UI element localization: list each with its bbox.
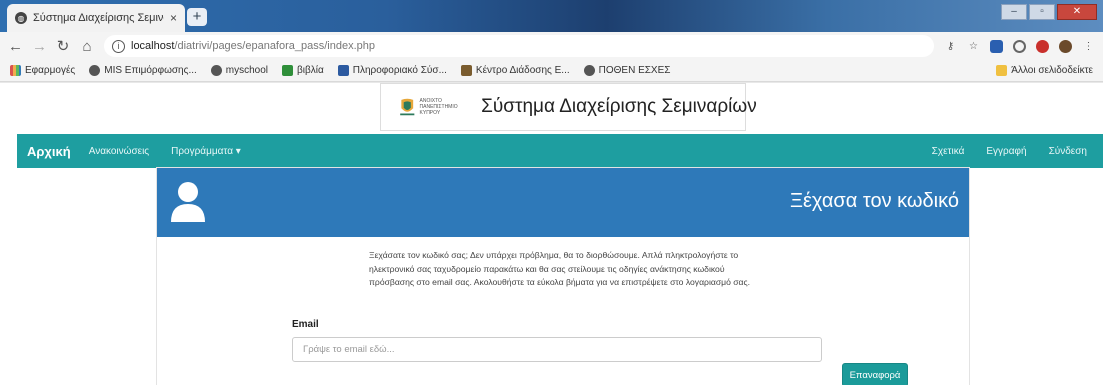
site-header: ΑΝΟΙΧΤΟ ΠΑΝΕΠΙΣΤΗΜΙΟ ΚΥΠΡΟΥ Σύστημα Διαχ… xyxy=(380,83,757,131)
extension-icon[interactable] xyxy=(990,39,1003,53)
adblock-icon[interactable] xyxy=(1036,39,1049,53)
bookmark-info-system[interactable]: Πληροφοριακό Σύσ... xyxy=(337,65,447,76)
browser-tabstrip: ◍ Σύστημα Διαχείρισης Σεμιναρί... × + – … xyxy=(0,0,1103,32)
profile-icon[interactable] xyxy=(1059,39,1072,53)
bookmark-pothen[interactable]: ΠΟΘΕΝ ΕΣΧΕΣ xyxy=(583,65,671,76)
nav-about[interactable]: Σχετικά xyxy=(932,146,965,157)
minimize-icon[interactable]: – xyxy=(1001,4,1027,20)
home-icon[interactable]: ⌂ xyxy=(80,38,94,55)
back-icon[interactable]: ← xyxy=(8,38,23,55)
site-logo-icon xyxy=(460,65,472,76)
nav-register[interactable]: Εγγραφή xyxy=(986,146,1026,157)
info-icon[interactable]: i xyxy=(112,39,125,53)
tab-title: Σύστημα Διαχείρισης Σεμιναρί... xyxy=(33,12,164,24)
bookmark-label: MIS Επιμόρφωσης... xyxy=(104,65,197,76)
bookmark-apps[interactable]: Εφαρμογές xyxy=(10,65,75,76)
university-logo[interactable]: ΑΝΟΙΧΤΟ ΠΑΝΕΠΙΣΤΗΜΙΟ ΚΥΠΡΟΥ xyxy=(399,89,469,125)
logo-text: ΑΝΟΙΧΤΟ ΠΑΝΕΠΙΣΤΗΜΙΟ ΚΥΠΡΟΥ xyxy=(419,98,458,116)
apps-grid-icon xyxy=(10,65,21,76)
help-text: Ξεχάσατε τον κωδικό σας; Δεν υπάρχει πρό… xyxy=(369,250,751,287)
url-host: localhost xyxy=(131,40,175,52)
bookmark-label: βιβλία xyxy=(297,65,324,76)
toolbar-actions: ⚷ ☆ ⋮ xyxy=(944,39,1095,53)
folder-icon xyxy=(996,65,1008,76)
logo-mark-icon xyxy=(400,98,415,116)
forgot-password-panel: Ξέχασα τον κωδικό Ξεχάσατε τον κωδικό σα… xyxy=(157,168,969,385)
bookmark-kentro[interactable]: Κέντρο Διάδοσης Ε... xyxy=(460,65,570,76)
bookmark-label: Πληροφοριακό Σύσ... xyxy=(352,65,447,76)
maximize-icon[interactable]: ▫ xyxy=(1029,4,1055,20)
bookmark-mis[interactable]: MIS Επιμόρφωσης... xyxy=(89,65,197,76)
new-tab-button[interactable]: + xyxy=(187,8,207,26)
user-icon xyxy=(171,182,205,222)
globe-icon: ◍ xyxy=(15,12,27,24)
reset-button[interactable]: Επαναφορά xyxy=(842,363,908,385)
forward-icon[interactable]: → xyxy=(32,38,47,55)
window-controls: – ▫ ✕ xyxy=(1001,4,1097,20)
main-navbar: Αρχική Ανακοινώσεις Προγράμματα ▾ Σχετικ… xyxy=(17,134,1103,168)
url-path: /diatrivi/pages/epanafora_pass/index.php xyxy=(174,40,376,52)
beta-icon xyxy=(337,65,349,76)
bookmark-label: ΠΟΘΕΝ ΕΣΧΕΣ xyxy=(598,65,671,76)
web-page: ΑΝΟΙΧΤΟ ΠΑΝΕΠΙΣΤΗΜΙΟ ΚΥΠΡΟΥ Σύστημα Διαχ… xyxy=(0,83,1103,385)
site-title: Σύστημα Διαχείρισης Σεμιναρίων xyxy=(481,96,757,117)
books-icon xyxy=(282,65,294,76)
email-label: Email xyxy=(292,319,319,330)
bookmark-myschool[interactable]: myschool xyxy=(210,65,269,76)
globe-icon xyxy=(583,65,595,76)
key-icon[interactable]: ⚷ xyxy=(944,40,957,53)
url-text: localhost/diatrivi/pages/epanafora_pass/… xyxy=(131,40,375,52)
bookmarks-bar: Εφαρμογές MIS Επιμόρφωσης... myschool βι… xyxy=(0,60,1103,82)
browser-toolbar: ← → ↻ ⌂ i localhost/diatrivi/pages/epana… xyxy=(0,32,1103,60)
nav-announcements[interactable]: Ανακοινώσεις xyxy=(89,146,149,157)
globe-icon xyxy=(210,65,222,76)
globe-icon xyxy=(89,65,101,76)
bookmark-label: Εφαρμογές xyxy=(25,65,76,76)
tab-close-icon[interactable]: × xyxy=(170,11,177,25)
bookmark-other[interactable]: Άλλοι σελιδοδείκτε xyxy=(996,65,1093,76)
panel-header: Ξέχασα τον κωδικό xyxy=(157,168,969,237)
bookmark-label: Άλλοι σελιδοδείκτε xyxy=(1011,65,1093,76)
bookmark-books[interactable]: βιβλία xyxy=(282,65,324,76)
address-bar[interactable]: i localhost/diatrivi/pages/epanafora_pas… xyxy=(104,35,934,57)
nav-login[interactable]: Σύνδεση xyxy=(1049,146,1087,157)
nav-right-group: Σχετικά Εγγραφή Σύνδεση xyxy=(910,146,1103,157)
extension-circle-icon[interactable] xyxy=(1013,39,1026,53)
panel-title: Ξέχασα τον κωδικό xyxy=(789,190,959,212)
star-icon[interactable]: ☆ xyxy=(967,40,980,53)
menu-icon[interactable]: ⋮ xyxy=(1082,40,1095,53)
reload-icon[interactable]: ↻ xyxy=(56,37,70,55)
nav-programs-dropdown[interactable]: Προγράμματα ▾ xyxy=(171,146,241,157)
browser-tab[interactable]: ◍ Σύστημα Διαχείρισης Σεμιναρί... × xyxy=(7,4,185,32)
nav-home[interactable]: Αρχική xyxy=(27,144,71,159)
bookmark-label: Κέντρο Διάδοσης Ε... xyxy=(475,65,570,76)
email-field[interactable] xyxy=(292,337,822,362)
panel-body: Ξεχάσατε τον κωδικό σας; Δεν υπάρχει πρό… xyxy=(157,237,969,385)
bookmark-label: myschool xyxy=(225,65,269,76)
window-close-icon[interactable]: ✕ xyxy=(1057,4,1097,20)
